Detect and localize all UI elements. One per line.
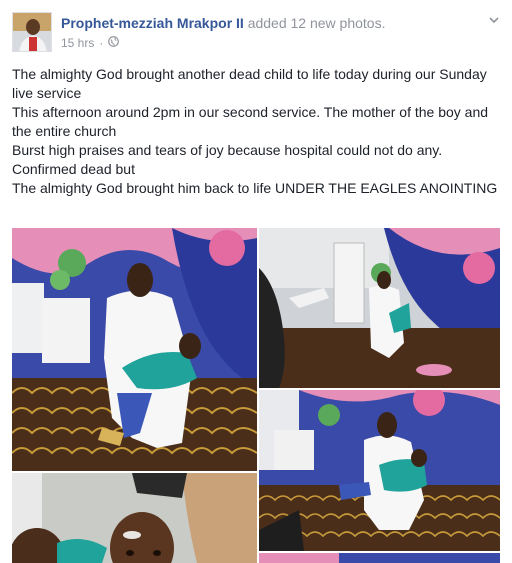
- chevron-down-icon[interactable]: [486, 12, 502, 28]
- post-photo-1[interactable]: [12, 228, 257, 471]
- post-photo-4[interactable]: [12, 473, 257, 563]
- timestamp-link[interactable]: 15 hrs: [61, 35, 94, 51]
- meta-separator: ·: [99, 36, 104, 50]
- post-text-line: Burst high praises and tears of joy beca…: [12, 142, 443, 177]
- avatar-image: [13, 13, 51, 51]
- author-name-link[interactable]: Prophet-mezziah Mrakpor II: [61, 15, 244, 31]
- post-photo-5[interactable]: [259, 553, 500, 563]
- post-text-line: This afternoon around 2pm in our second …: [12, 104, 489, 139]
- author-avatar[interactable]: [12, 12, 52, 52]
- post-header-line: Prophet-mezziah Mrakpor II added 12 new …: [61, 14, 385, 32]
- post-photo-3[interactable]: [259, 390, 500, 551]
- feed-post: Prophet-mezziah Mrakpor II added 12 new …: [0, 0, 512, 563]
- post-action-text: added 12 new photos.: [247, 15, 386, 31]
- post-body-text: The almighty God brought another dead ch…: [12, 65, 500, 198]
- post-text-line: The almighty God brought another dead ch…: [12, 66, 487, 101]
- globe-icon: [108, 35, 120, 51]
- post-photo-2[interactable]: [259, 228, 500, 388]
- post-meta: 15 hrs ·: [61, 35, 120, 51]
- post-text-line: The almighty God brought him back to lif…: [12, 180, 498, 196]
